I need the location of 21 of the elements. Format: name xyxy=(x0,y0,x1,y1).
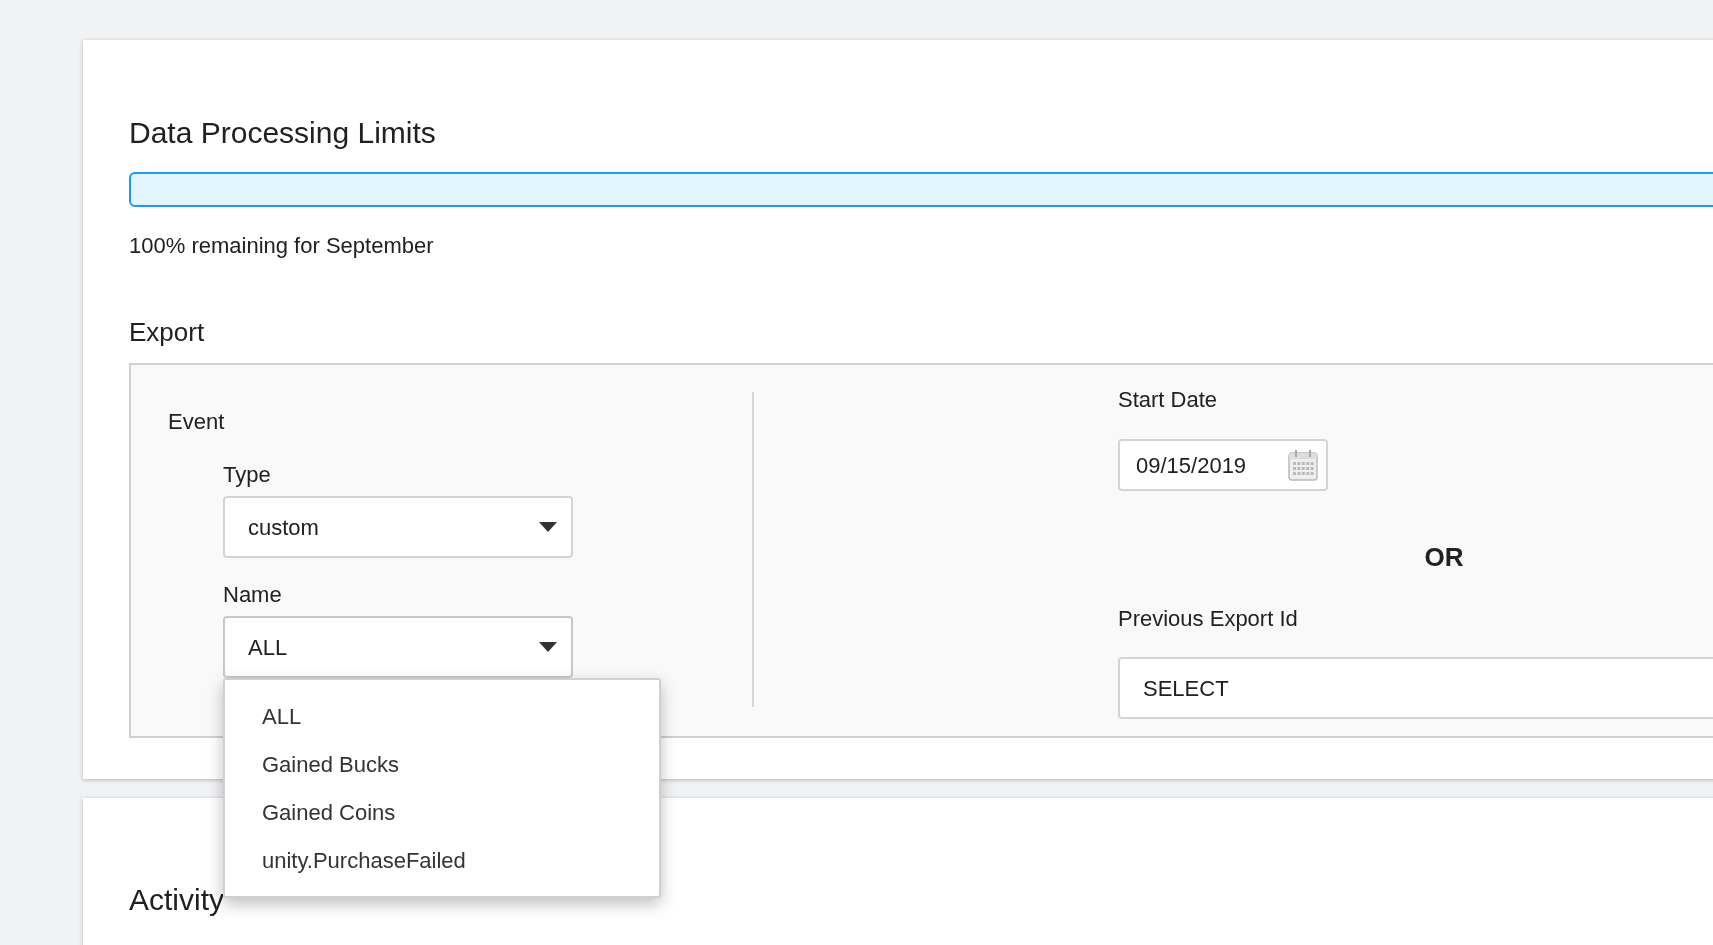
dropdown-select[interactable]: custom xyxy=(223,496,573,558)
export-title: Export xyxy=(129,316,205,349)
dropdown-select[interactable]: SELECT xyxy=(1118,657,1713,719)
section-title: Data Processing Limits xyxy=(129,115,436,151)
menu-item[interactable]: ALL xyxy=(225,692,659,740)
event-label: Event xyxy=(168,408,225,436)
usage-caption: 100% remaining for September xyxy=(129,232,434,260)
start-date-label: Start Date xyxy=(1118,386,1218,414)
calendar-icon[interactable] xyxy=(1288,449,1318,481)
dropdown-select[interactable]: ALL xyxy=(223,616,573,678)
field-label: Name xyxy=(223,581,282,609)
menu-item[interactable]: Gained Coins xyxy=(225,788,659,836)
menu-item[interactable]: unity.PurchaseFailed xyxy=(225,836,659,884)
or-separator: OR xyxy=(1424,541,1464,573)
field-label: Type xyxy=(223,461,271,489)
previous-export-label: Previous Export Id xyxy=(1118,605,1298,633)
date-field[interactable]: 09/15/2019 xyxy=(1118,439,1328,491)
activity-title: Activity xyxy=(129,882,224,918)
caret-icon xyxy=(539,642,557,652)
menu-item[interactable]: Gained Bucks xyxy=(225,740,659,788)
caret-icon xyxy=(539,522,557,532)
